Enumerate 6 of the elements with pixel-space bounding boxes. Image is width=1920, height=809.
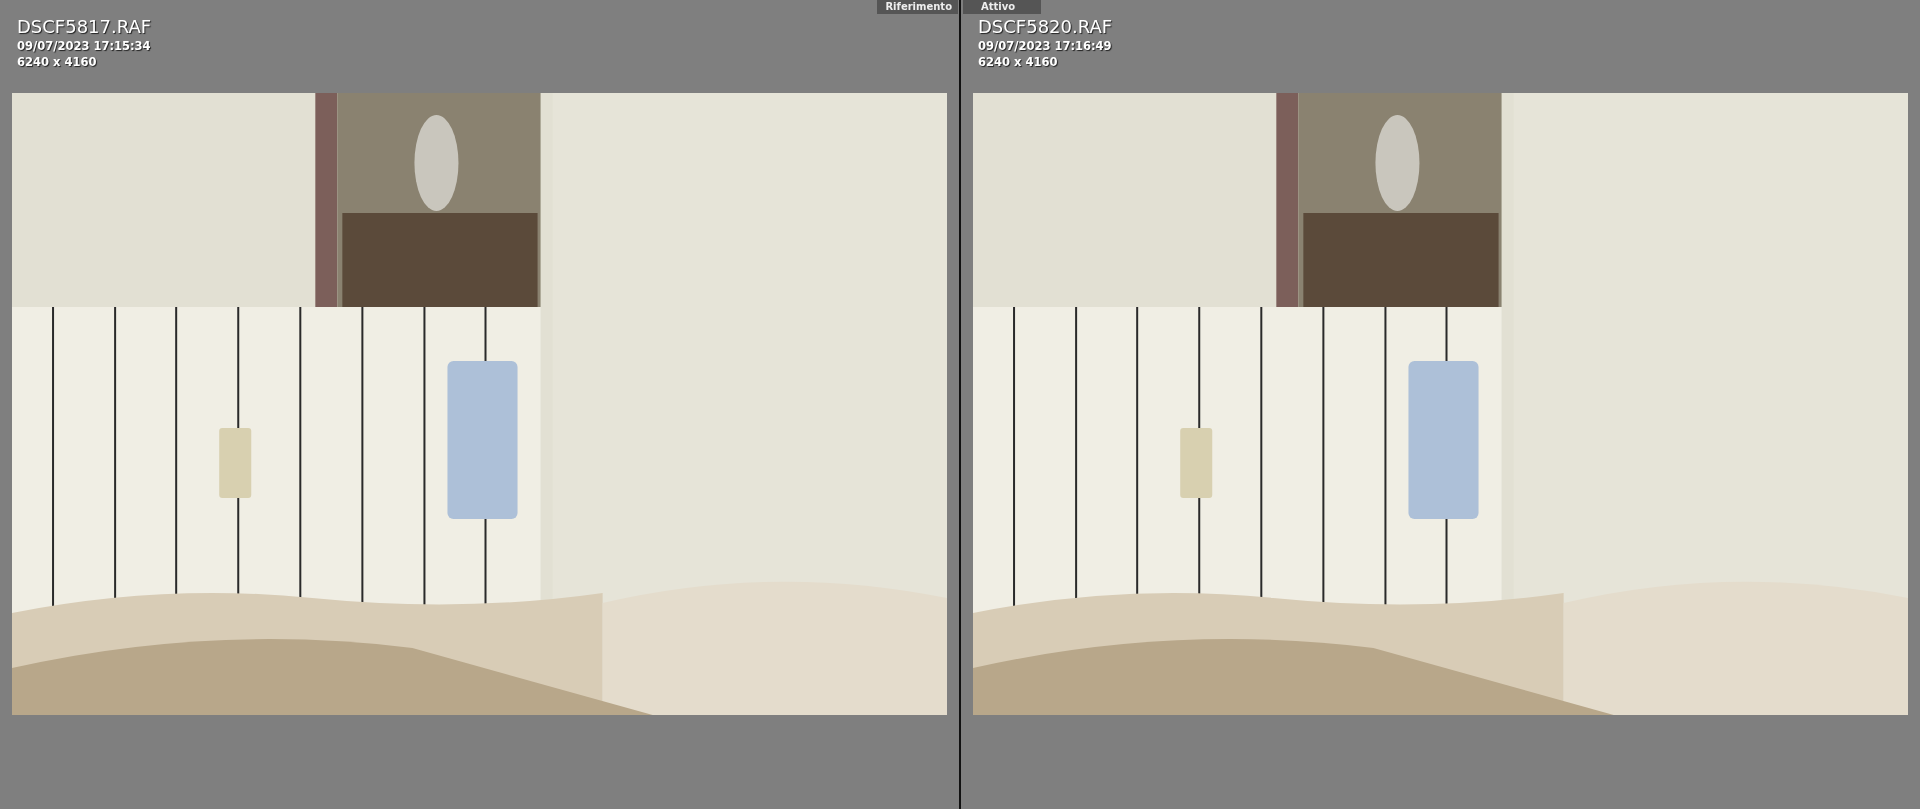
capture-date: 09/07/2023 17:16:49	[978, 39, 1112, 53]
image-dimensions: 6240 x 4160	[17, 55, 97, 69]
file-name: DSCF5820.RAF	[978, 16, 1113, 37]
capture-date: 09/07/2023 17:15:34	[17, 39, 151, 53]
file-name: DSCF5817.RAF	[17, 16, 152, 37]
image-dimensions: 6240 x 4160	[978, 55, 1058, 69]
